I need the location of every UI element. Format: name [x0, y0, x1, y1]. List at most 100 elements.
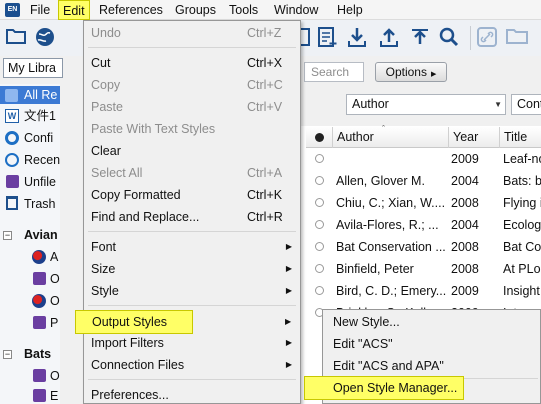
- menu-item-find-and-replace[interactable]: Find and Replace... Ctrl+R: [84, 206, 300, 228]
- table-cell-author[interactable]: Chiu, C.; Xian, W....: [336, 192, 446, 214]
- find-full-text-icon[interactable]: [437, 26, 461, 50]
- read-status-header-icon[interactable]: [315, 133, 324, 142]
- table-cell-author[interactable]: Bat Conservation ...: [336, 236, 446, 258]
- search-button[interactable]: Search: [304, 62, 364, 82]
- group-icon: [33, 316, 46, 329]
- group-item[interactable]: O: [0, 291, 60, 311]
- add-reference-icon[interactable]: [315, 26, 339, 50]
- table-cell-title[interactable]: Insight: [503, 280, 541, 302]
- menu-help[interactable]: Help: [333, 0, 367, 20]
- menu-item-paste[interactable]: Paste Ctrl+V: [84, 96, 300, 118]
- table-cell-author[interactable]: Allen, Glover M.: [336, 170, 446, 192]
- menu-window[interactable]: Window: [270, 0, 322, 20]
- table-cell-title[interactable]: Ecologi: [503, 214, 541, 236]
- table-cell-author[interactable]: Binfield, Peter: [336, 258, 446, 280]
- read-status-icon[interactable]: [315, 154, 324, 163]
- group-set-avian[interactable]: Avian: [0, 225, 60, 245]
- menu-item-shortcut: Ctrl+A: [247, 166, 283, 180]
- menu-item-shortcut: Ctrl+K: [247, 188, 283, 202]
- menu-file[interactable]: File: [26, 0, 54, 20]
- table-cell-title[interactable]: Flying i: [503, 192, 541, 214]
- export-icon[interactable]: [377, 26, 401, 50]
- open-folder-icon[interactable]: [505, 26, 529, 50]
- menu-item-font[interactable]: Font ▶: [84, 236, 300, 258]
- menu-item-cut[interactable]: Cut Ctrl+X: [84, 52, 300, 74]
- table-cell-year[interactable]: 2008: [451, 192, 496, 214]
- column-year[interactable]: Year: [448, 127, 499, 148]
- read-status-icon[interactable]: [315, 176, 324, 185]
- table-cell-author[interactable]: Avila-Flores, R.; ...: [336, 214, 446, 236]
- read-status-icon[interactable]: [315, 264, 324, 273]
- column-title[interactable]: Title: [499, 127, 541, 148]
- submenu-arrow-icon: ▶: [285, 286, 292, 295]
- word-document-icon: W: [5, 109, 19, 123]
- group-item[interactable]: E: [0, 386, 60, 404]
- menu-item-select-all[interactable]: Select All Ctrl+A: [84, 162, 300, 184]
- menu-item-label: Size: [91, 262, 116, 276]
- unfiled-icon: [6, 175, 19, 188]
- globe-icon[interactable]: [33, 26, 57, 50]
- link-icon[interactable]: [475, 26, 499, 50]
- submenu-item-open-style-manager[interactable]: Open Style Manager...: [304, 376, 464, 400]
- search-operator-select[interactable]: Cont: [511, 94, 541, 115]
- toolbar-separator: [470, 26, 471, 50]
- download-icon[interactable]: [345, 26, 369, 50]
- app-icon: EN: [5, 3, 20, 17]
- column-author[interactable]: Author: [332, 127, 448, 148]
- table-cell-year[interactable]: 2004: [451, 214, 496, 236]
- menu-item-label: Style: [91, 284, 119, 298]
- library-tab[interactable]: My Libra: [3, 58, 63, 78]
- folder-icon[interactable]: [4, 26, 28, 50]
- read-status-icon[interactable]: [315, 198, 324, 207]
- menu-item-import-filters[interactable]: Import Filters ▶: [84, 332, 300, 354]
- options-arrow-icon: ▶: [430, 71, 437, 78]
- menu-item-copy[interactable]: Copy Ctrl+C: [84, 74, 300, 96]
- menu-item-style[interactable]: Style ▶: [84, 280, 300, 302]
- table-cell-year[interactable]: 2009: [451, 148, 496, 170]
- table-cell-year[interactable]: 2008: [451, 258, 496, 280]
- menu-tools[interactable]: Tools: [225, 0, 262, 20]
- submenu-arrow-icon: ▶: [285, 264, 292, 273]
- read-status-icon[interactable]: [315, 242, 324, 251]
- group-icon: [33, 272, 46, 285]
- menu-item-label: Import Filters: [91, 336, 164, 350]
- menu-groups[interactable]: Groups: [171, 0, 220, 20]
- table-cell-year[interactable]: 2008: [451, 236, 496, 258]
- menu-item-preferences[interactable]: Preferences...: [84, 384, 300, 404]
- menu-item-output-styles[interactable]: Output Styles: [75, 310, 193, 334]
- menu-item-size[interactable]: Size ▶: [84, 258, 300, 280]
- menu-item-label: Paste With Text Styles: [91, 122, 216, 136]
- read-status-icon[interactable]: [315, 286, 324, 295]
- menu-item-connection-files[interactable]: Connection Files ▶: [84, 354, 300, 376]
- group-item[interactable]: O: [0, 366, 60, 386]
- menu-item-clear[interactable]: Clear: [84, 140, 300, 162]
- menu-references[interactable]: References: [95, 0, 167, 20]
- submenu-item-edit-acs-apa[interactable]: Edit "ACS and APA": [323, 355, 541, 377]
- search-field-select[interactable]: Author ▼: [346, 94, 506, 115]
- menu-item-paste-with-text-styles[interactable]: Paste With Text Styles: [84, 118, 300, 140]
- sync-icon: [5, 131, 19, 145]
- table-cell-author[interactable]: Bird, C. D.; Emery...: [336, 280, 446, 302]
- menu-item-undo[interactable]: Undo Ctrl+Z: [84, 22, 300, 44]
- options-label: Options: [385, 65, 427, 79]
- trash-icon: [6, 196, 18, 210]
- table-cell-year[interactable]: 2004: [451, 170, 496, 192]
- table-cell-title[interactable]: Bat Co: [503, 236, 541, 258]
- group-set-bats[interactable]: Bats: [0, 344, 60, 364]
- submenu-item-new-style[interactable]: New Style...: [323, 311, 541, 333]
- options-button[interactable]: Options ▶: [375, 62, 447, 82]
- read-status-icon[interactable]: [315, 220, 324, 229]
- submenu-item-edit-acs[interactable]: Edit "ACS": [323, 333, 541, 355]
- group-item[interactable]: O: [0, 269, 60, 289]
- sort-ascending-icon: ˆ: [382, 124, 385, 134]
- menu-item-copy-formatted[interactable]: Copy Formatted Ctrl+K: [84, 184, 300, 206]
- upload-icon[interactable]: [408, 26, 432, 50]
- table-cell-title[interactable]: Bats: bi: [503, 170, 541, 192]
- table-cell-title[interactable]: At PLoS: [503, 258, 541, 280]
- table-cell-title[interactable]: Leaf-no: [503, 148, 541, 170]
- table-cell-year[interactable]: 2009: [451, 280, 496, 302]
- menu-edit[interactable]: Edit: [58, 0, 90, 20]
- table-cell-author[interactable]: [336, 148, 446, 170]
- group-item[interactable]: A: [0, 247, 60, 267]
- group-item[interactable]: P: [0, 313, 60, 333]
